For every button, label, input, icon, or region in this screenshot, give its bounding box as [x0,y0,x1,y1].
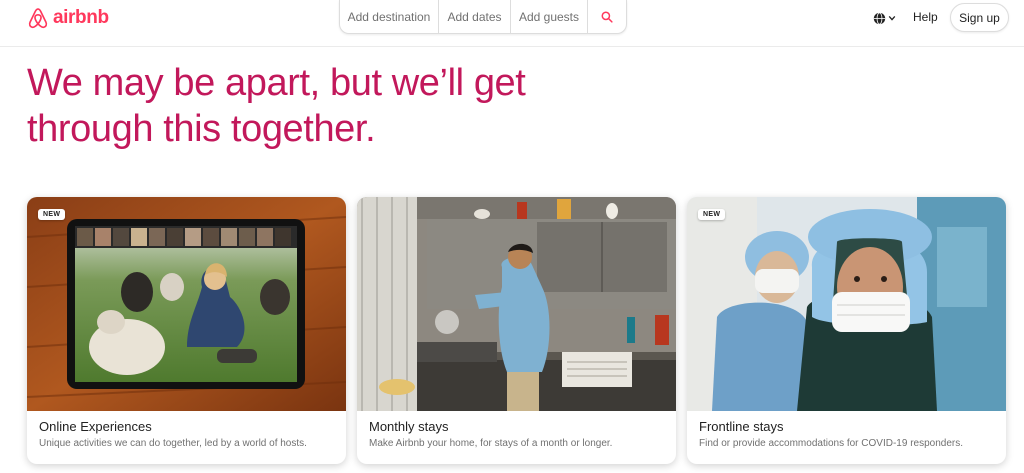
airbnb-logo-icon [28,8,48,29]
language-selector[interactable] [873,10,896,26]
brand-name: airbnb [53,7,109,28]
chevron-down-icon [888,15,896,21]
card-subtitle: Find or provide accommodations for COVID… [699,438,964,449]
card-monthly-stays[interactable]: Monthly stays Make Airbnb your home, for… [357,197,676,464]
card-subtitle: Make Airbnb your home, for stays of a mo… [369,438,613,449]
card-image [357,197,676,411]
hero-heading: We may be apart, but we’ll get through t… [27,60,587,152]
hero-line-2: through this together. [27,108,376,150]
card-title: Online Experiences [39,419,152,434]
guests-field[interactable]: Add guests [511,0,588,33]
kitchen-photo-image [357,197,676,411]
card-image [27,197,346,411]
card-title: Frontline stays [699,419,784,434]
search-icon [601,11,613,23]
card-title: Monthly stays [369,419,449,434]
signup-button[interactable]: Sign up [950,3,1009,32]
new-badge: NEW [698,209,726,220]
search-button[interactable] [588,0,626,33]
card-image [687,197,1006,411]
globe-icon [873,11,886,25]
card-subtitle: Unique activities we can do together, le… [39,438,307,449]
tablet-video-call-image [27,197,346,411]
help-link[interactable]: Help [913,10,938,24]
top-nav: airbnb Add destination Add dates Add gue… [0,0,1024,47]
card-online-experiences[interactable]: NEW Online Experiences Unique activities… [27,197,346,464]
destination-field[interactable]: Add destination [340,0,439,33]
search-bar: Add destination Add dates Add guests [339,0,627,34]
card-frontline-stays[interactable]: NEW Frontline stays Find or provide acco… [687,197,1006,464]
new-badge: NEW [38,209,66,220]
medical-workers-image [687,197,1006,411]
hero-line-1: We may be apart, but we’ll get [27,62,526,104]
airbnb-logo[interactable]: airbnb [27,6,109,30]
dates-field[interactable]: Add dates [439,0,511,33]
